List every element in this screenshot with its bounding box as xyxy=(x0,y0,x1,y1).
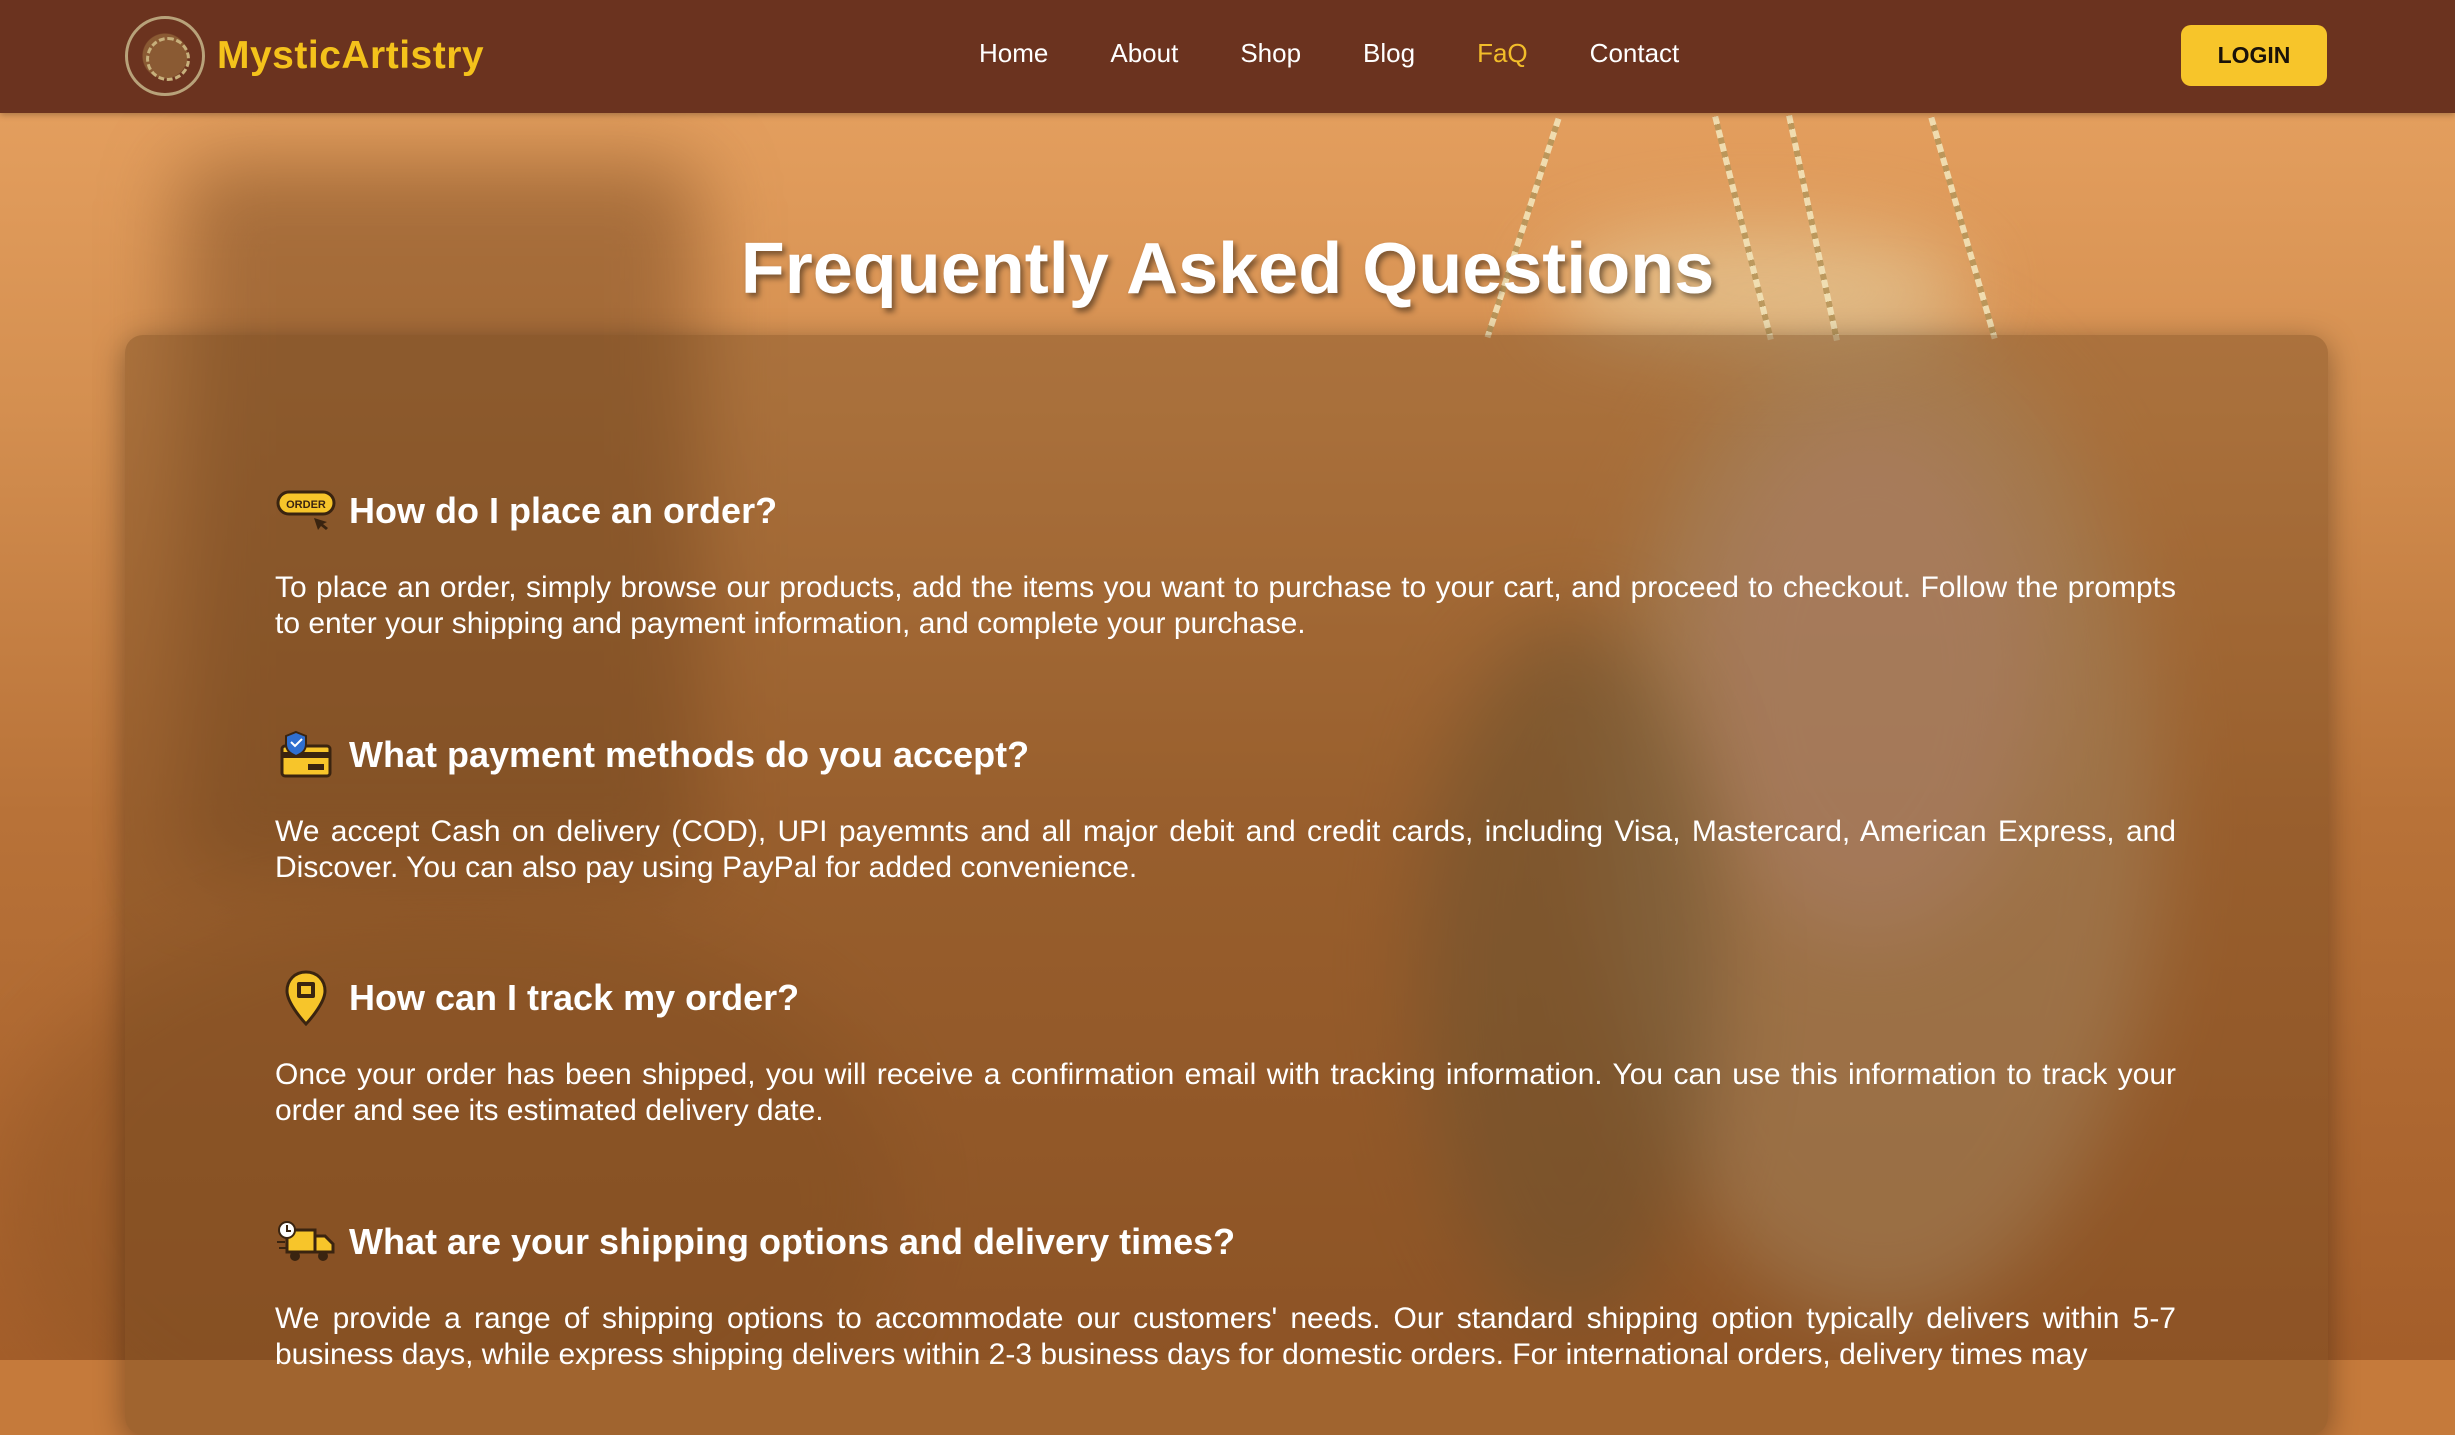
faq-answer: Once your order has been shipped, you wi… xyxy=(275,1058,2176,1127)
nav-link-shop[interactable]: Shop xyxy=(1240,38,1301,69)
nav-link-faq[interactable]: FaQ xyxy=(1477,38,1528,69)
faq-question[interactable]: How can I track my order? xyxy=(349,977,799,1019)
faq-question[interactable]: What payment methods do you accept? xyxy=(349,734,1029,776)
brand-name: MysticArtistry xyxy=(217,34,485,77)
faq-answer: We provide a range of shipping options t… xyxy=(275,1302,2176,1371)
login-button[interactable]: LOGIN xyxy=(2181,25,2327,86)
delivery-truck-icon xyxy=(275,1217,337,1267)
nav-link-blog[interactable]: Blog xyxy=(1363,38,1415,69)
faq-answer: We accept Cash on delivery (COD), UPI pa… xyxy=(275,815,2176,884)
faq-item: ORDER How do I place an order? To place … xyxy=(275,486,2176,642)
svg-text:ORDER: ORDER xyxy=(286,499,326,511)
nav-link-contact[interactable]: Contact xyxy=(1590,38,1680,69)
brand-logo-link[interactable]: MysticArtistry xyxy=(125,16,484,96)
logo-icon xyxy=(125,16,205,96)
payment-card-icon xyxy=(275,730,337,780)
main-menu: Home About Shop Blog FaQ Contact xyxy=(979,38,1741,69)
faq-question[interactable]: What are your shipping options and deliv… xyxy=(349,1221,1235,1263)
nav-link-home[interactable]: Home xyxy=(979,38,1048,69)
faq-answer: To place an order, simply browse our pro… xyxy=(275,571,2176,640)
page-title: Frequently Asked Questions xyxy=(740,229,1715,310)
faq-item: What payment methods do you accept? We a… xyxy=(275,730,2176,886)
nav-link-about[interactable]: About xyxy=(1110,38,1178,69)
faq-item: How can I track my order? Once your orde… xyxy=(275,970,2176,1129)
faq-question[interactable]: How do I place an order? xyxy=(349,490,777,532)
top-navbar: MysticArtistry Home About Shop Blog FaQ … xyxy=(0,0,2455,113)
order-tag-icon: ORDER xyxy=(275,486,337,536)
location-pin-icon xyxy=(275,970,337,1026)
faq-item: What are your shipping options and deliv… xyxy=(275,1217,2176,1373)
